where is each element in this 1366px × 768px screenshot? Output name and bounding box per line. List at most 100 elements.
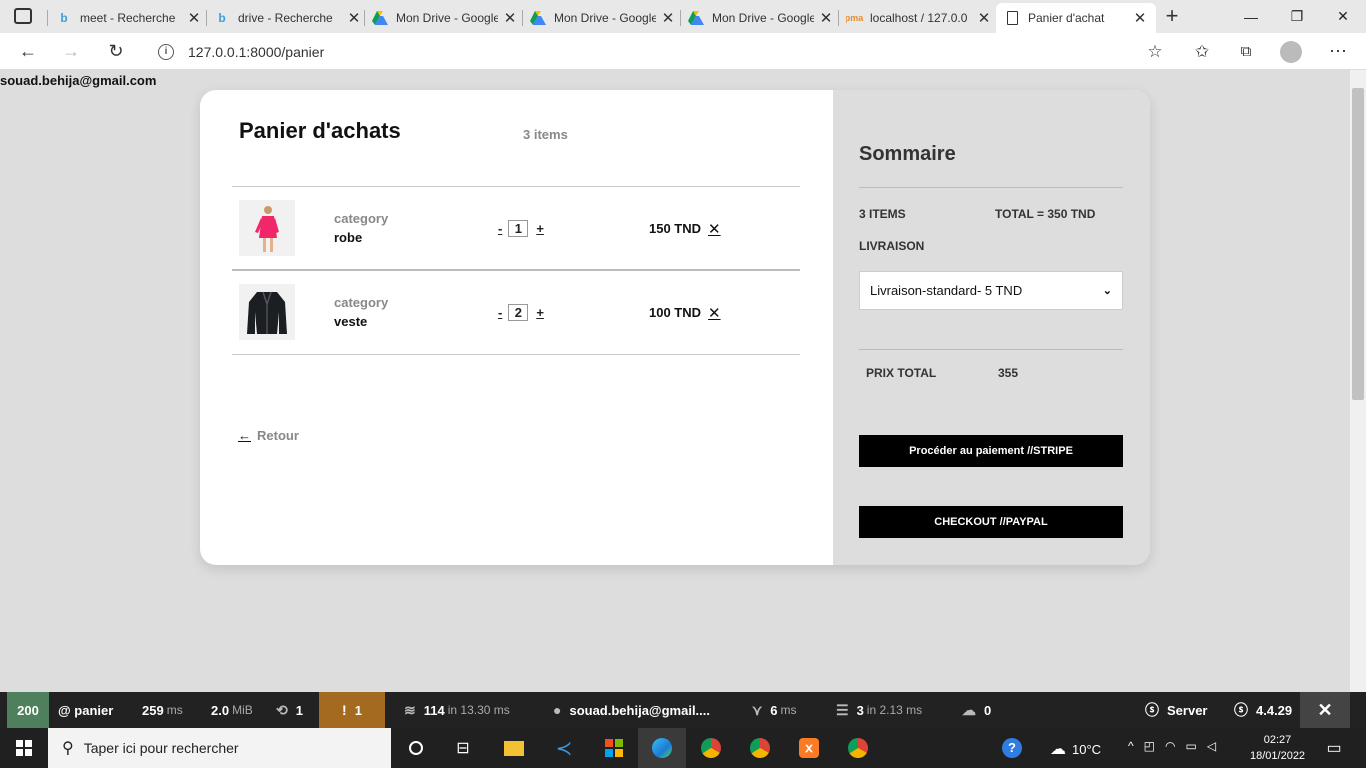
vscode-icon[interactable]: ≺: [552, 736, 576, 760]
chevron-up-icon[interactable]: ^: [1128, 739, 1144, 753]
help-icon[interactable]: ?: [1000, 736, 1024, 760]
volume-icon[interactable]: ◁: [1207, 739, 1226, 753]
tab-active[interactable]: Panier d'achat ✕: [996, 3, 1156, 33]
tab-1[interactable]: b meet - Recherche ✕: [56, 3, 202, 33]
page-icon: [1004, 10, 1020, 26]
remove-item-icon[interactable]: ✕: [708, 304, 721, 322]
notifications-icon[interactable]: ▭: [1322, 736, 1346, 760]
network-icon[interactable]: ◰: [1144, 739, 1165, 753]
back-link[interactable]: ← Retour: [238, 428, 299, 443]
url-field[interactable]: i 127.0.0.1:8000/panier: [146, 37, 1176, 66]
close-tab-icon[interactable]: ✕: [818, 9, 834, 27]
tab-3[interactable]: Mon Drive - Google ✕: [372, 3, 518, 33]
back-button[interactable]: ←: [11, 33, 45, 70]
server-item[interactable]: ⓢ Server: [1145, 692, 1207, 728]
quantity-input[interactable]: 2: [508, 304, 529, 321]
decrease-qty-button[interactable]: -: [498, 305, 502, 320]
forward-button[interactable]: →: [54, 33, 88, 70]
memory-item[interactable]: 2.0 MiB: [211, 692, 253, 728]
version-item[interactable]: ⓢ 4.4.29: [1234, 692, 1292, 728]
increase-qty-button[interactable]: +: [536, 221, 544, 236]
time-value: 259: [142, 702, 164, 718]
forms-item[interactable]: ⟲ 1: [276, 692, 303, 728]
security-item[interactable]: ● souad.behija@gmail....: [553, 692, 710, 728]
status-badge[interactable]: 200: [7, 692, 49, 728]
twig-icon: ⋎: [752, 701, 763, 718]
close-tab-icon[interactable]: ✕: [976, 9, 992, 27]
memory-unit: MiB: [232, 703, 253, 717]
weather-widget[interactable]: ☁ 10°C: [1050, 739, 1101, 759]
tab-title: Panier d'achat: [1028, 11, 1105, 25]
time-item[interactable]: 259 ms: [142, 692, 183, 728]
summary-title: Sommaire: [859, 143, 956, 165]
minimize-button[interactable]: —: [1228, 0, 1274, 33]
ajax-item[interactable]: ☁ 0: [962, 692, 991, 728]
tab-5[interactable]: Mon Drive - Google ✕: [688, 3, 834, 33]
scrollbar-thumb[interactable]: [1352, 88, 1364, 400]
collections-icon[interactable]: ⧉: [1229, 33, 1263, 70]
route-item[interactable]: @ panier: [58, 692, 113, 728]
chrome-icon[interactable]: [699, 736, 723, 760]
db-value: 3: [856, 702, 864, 718]
new-tab-button[interactable]: +: [1160, 3, 1184, 29]
taskbar-search-input[interactable]: ⚲ Taper ici pour rechercher: [48, 728, 391, 768]
restore-button[interactable]: ❐: [1274, 0, 1320, 33]
close-window-button[interactable]: ✕: [1320, 0, 1366, 33]
item-category: category: [334, 211, 389, 226]
battery-icon[interactable]: ▭: [1185, 739, 1206, 753]
item-name: veste: [334, 314, 368, 329]
xampp-icon[interactable]: ⅹ: [797, 736, 821, 760]
system-tray[interactable]: ^◰◠▭◁: [1128, 739, 1226, 753]
user-email: souad.behija@gmail.com: [0, 73, 157, 88]
menu-icon[interactable]: ⋯: [1321, 33, 1355, 70]
user-name: souad.behija@gmail....: [569, 702, 711, 718]
warning-icon: !: [342, 702, 347, 718]
twig-item[interactable]: ⋎ 6 ms: [752, 692, 797, 728]
symfony-icon: ⓢ: [1145, 702, 1159, 718]
paypal-checkout-button[interactable]: CHECKOUT //PAYPAL: [859, 506, 1123, 538]
close-tab-icon[interactable]: ✕: [186, 9, 202, 27]
layers-icon: ≋: [404, 701, 416, 718]
edge-icon[interactable]: [650, 736, 674, 760]
tab-6[interactable]: pma localhost / 127.0.0 ✕: [846, 3, 992, 33]
twig-unit: ms: [780, 703, 797, 717]
store-icon[interactable]: [602, 736, 626, 760]
close-tab-icon[interactable]: ✕: [660, 9, 676, 27]
remove-item-icon[interactable]: ✕: [708, 220, 721, 238]
favorites-icon[interactable]: ✩: [1185, 33, 1219, 70]
close-tab-icon[interactable]: ✕: [346, 9, 362, 27]
tab-strip: b meet - Recherche ✕ b drive - Recherche…: [0, 0, 1366, 33]
shipping-label: LIVRAISON: [859, 239, 925, 253]
stripe-pay-button[interactable]: Procéder au paiement //STRIPE: [859, 435, 1123, 467]
refresh-button[interactable]: ↻: [99, 33, 133, 70]
chrome-icon[interactable]: [846, 736, 870, 760]
item-count: 3 items: [523, 127, 568, 142]
close-tab-icon[interactable]: ✕: [1132, 9, 1148, 27]
pink-dress-photo: [239, 200, 295, 256]
task-view-icon[interactable]: ⊟: [451, 736, 475, 760]
chrome-profile-icon[interactable]: [748, 736, 772, 760]
decrease-qty-button[interactable]: -: [498, 221, 502, 236]
file-explorer-icon[interactable]: [502, 736, 526, 760]
quantity-input[interactable]: 1: [508, 220, 529, 237]
profile-avatar[interactable]: [1274, 33, 1308, 70]
grand-total-label: PRIX TOTAL: [866, 366, 937, 380]
logs-item[interactable]: ! 1: [319, 692, 385, 728]
clock[interactable]: 02:27 18/01/2022: [1250, 732, 1305, 764]
close-tab-icon[interactable]: ✕: [502, 9, 518, 27]
tab-4[interactable]: Mon Drive - Google ✕: [530, 3, 676, 33]
wifi-icon[interactable]: ◠: [1165, 739, 1185, 753]
cortana-icon[interactable]: [404, 736, 428, 760]
info-icon[interactable]: i: [158, 43, 174, 60]
windows-start-icon[interactable]: [12, 736, 36, 760]
increase-qty-button[interactable]: +: [536, 305, 544, 320]
db-item[interactable]: ☰ 3 in 2.13 ms: [836, 692, 922, 728]
add-favorite-icon[interactable]: ☆: [1138, 33, 1172, 70]
shipping-select[interactable]: Livraison-standard- 5 TND ⌄: [859, 271, 1123, 310]
tab-title: drive - Recherche: [238, 11, 333, 25]
cache-item[interactable]: ≋ 114 in 13.30 ms: [404, 692, 510, 728]
close-toolbar-icon[interactable]: ✕: [1300, 692, 1350, 728]
db-unit: in 2.13 ms: [866, 703, 923, 717]
tab-2[interactable]: b drive - Recherche ✕: [214, 3, 362, 33]
tab-actions-icon[interactable]: [14, 8, 32, 24]
